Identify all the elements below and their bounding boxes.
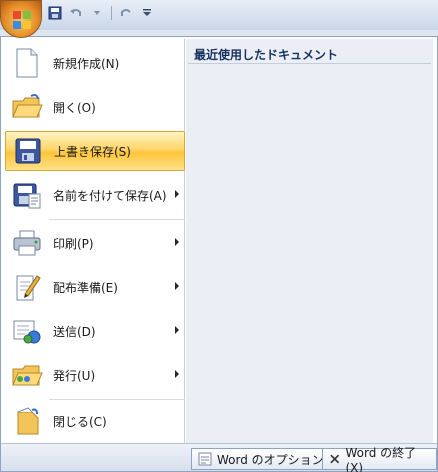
title-bar [0,0,438,30]
customize-dropdown-icon[interactable] [138,4,156,22]
quick-access-toolbar [46,3,156,23]
new-document-icon [9,45,45,81]
menu-item-open[interactable]: 開く(O) [5,87,185,127]
word-exit-label: Word の終了(X) [345,445,417,472]
options-icon [198,452,212,466]
office-logo-icon [13,11,31,29]
submenu-arrow-icon [175,326,179,334]
menu-command-list: 新規作成(N) 開く(O) 上書き保存(S) 名前を付けて保存(A) 印刷(P)… [3,39,185,443]
toolbar-separator [111,6,112,20]
menu-item-save-as[interactable]: 名前を付けて保存(A) [5,175,185,215]
submenu-arrow-icon [175,190,179,198]
recent-title-divider [188,63,431,64]
menu-item-label: 開く(O) [53,100,96,115]
open-folder-icon [9,89,45,125]
close-icon [330,454,340,464]
save-icon[interactable] [46,4,64,22]
undo-icon[interactable] [67,4,85,22]
word-exit-button[interactable]: Word の終了(X) [322,446,437,472]
save-icon [10,133,46,169]
menu-item-publish[interactable]: 発行(U) [5,355,185,395]
send-icon [9,313,45,349]
menu-item-label: 新規作成(N) [53,56,120,71]
menu-item-send[interactable]: 送信(D) [5,311,185,351]
menu-divider [49,399,185,400]
menu-item-print[interactable]: 印刷(P) [5,223,185,263]
office-button[interactable] [0,0,42,38]
recent-documents-title: 最近使用したドキュメント [194,48,339,62]
menu-item-label: 上書き保存(S) [54,144,131,159]
menu-item-label: 閉じる(C) [53,414,107,429]
submenu-arrow-icon [175,370,179,378]
dropdown-icon[interactable] [88,4,106,22]
prepare-icon [9,269,45,305]
submenu-arrow-icon [175,238,179,246]
word-options-button[interactable]: Word のオプション(I) [191,448,344,470]
menu-item-label: 印刷(P) [53,236,94,251]
menu-item-label: 名前を付けて保存(A) [53,188,167,203]
save-as-icon [9,177,45,213]
recent-documents-pane: 最近使用したドキュメント [186,39,433,443]
close-document-icon [9,403,45,439]
menu-item-save[interactable]: 上書き保存(S) [5,131,185,171]
menu-item-label: 送信(D) [53,324,96,339]
menu-footer: Word のオプション(I) Word の終了(X) [1,443,437,472]
menu-item-new[interactable]: 新規作成(N) [5,43,185,83]
menu-item-close[interactable]: 閉じる(C) [5,401,185,441]
print-icon [9,225,45,261]
menu-item-label: 配布準備(E) [53,280,118,295]
menu-item-prepare[interactable]: 配布準備(E) [5,267,185,307]
office-menu: 新規作成(N) 開く(O) 上書き保存(S) 名前を付けて保存(A) 印刷(P)… [0,36,438,472]
publish-icon [9,357,45,393]
word-options-label: Word のオプション(I) [217,452,337,467]
redo-icon[interactable] [117,4,135,22]
menu-item-label: 発行(U) [53,368,96,383]
menu-divider [49,219,185,220]
submenu-arrow-icon [175,282,179,290]
